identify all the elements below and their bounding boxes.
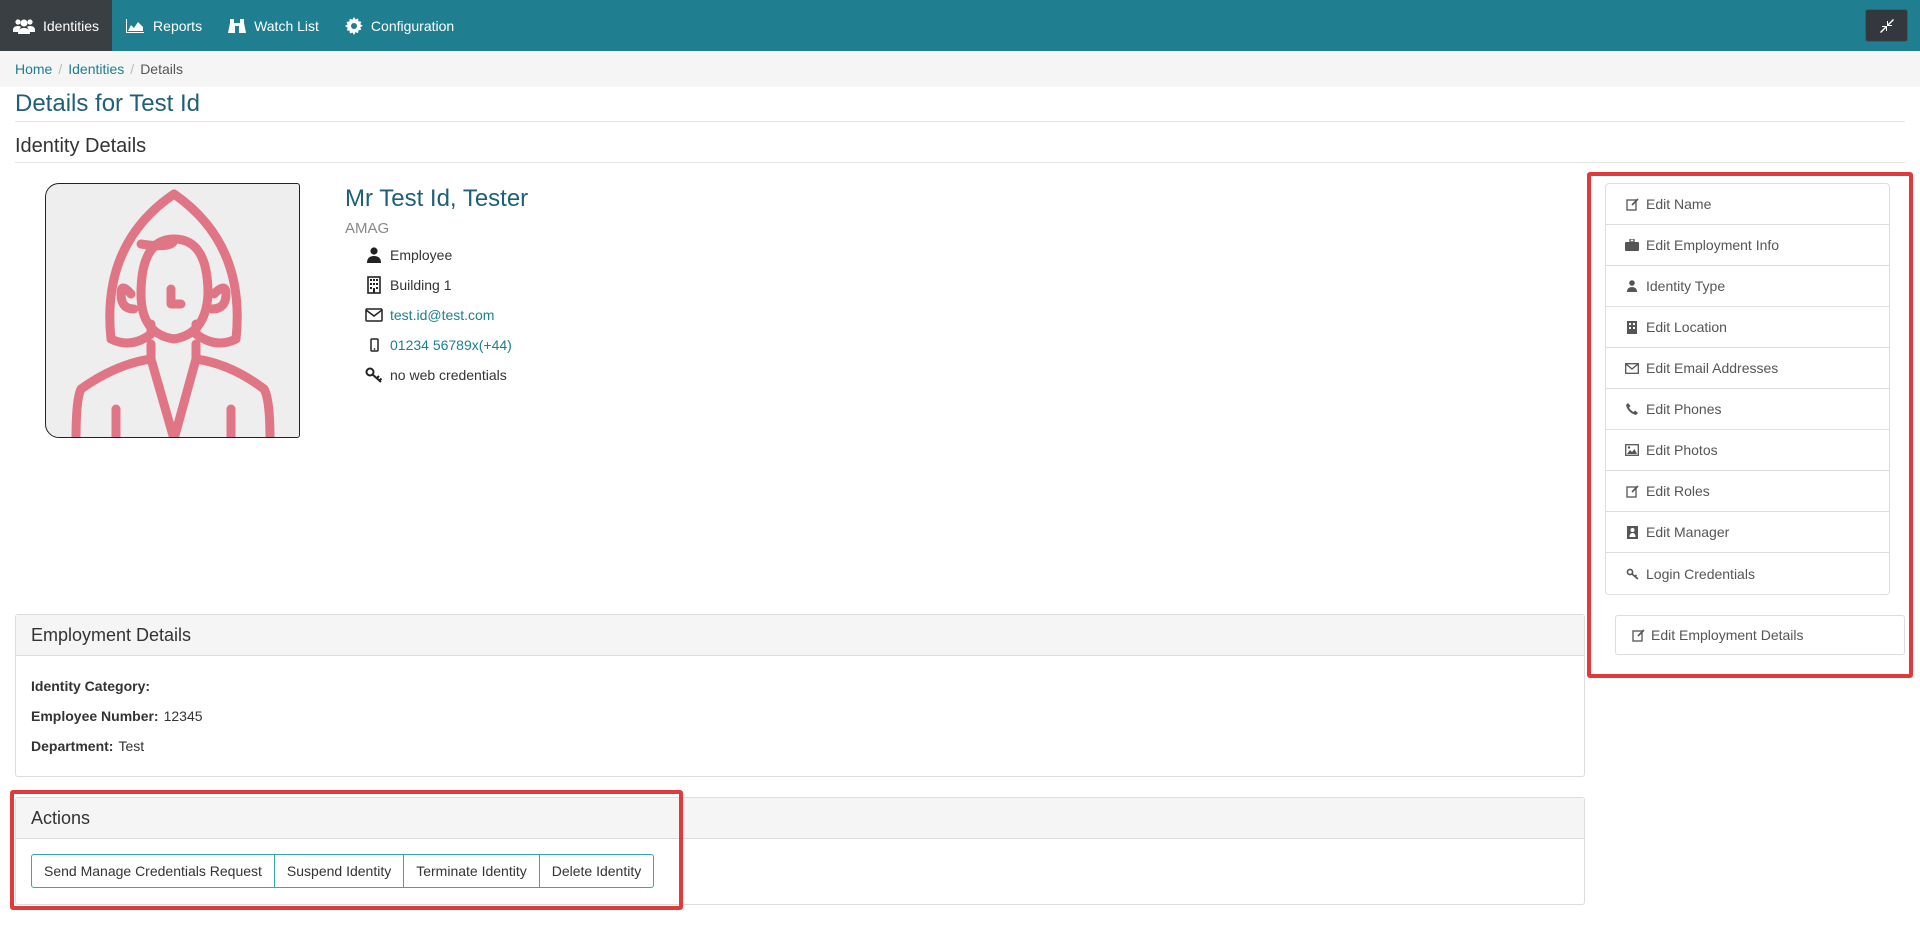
building-icon xyxy=(367,276,381,294)
manager-icon xyxy=(1626,525,1638,539)
nav-configuration[interactable]: Configuration xyxy=(332,0,467,51)
breadcrumb: Home / Identities / Details xyxy=(0,51,1920,87)
employment-details-title: Employment Details xyxy=(16,615,1584,656)
edit-name-item[interactable]: Edit Name xyxy=(1606,184,1889,225)
edit-manager-item[interactable]: Edit Manager xyxy=(1606,512,1889,553)
edit-phones-label: Edit Phones xyxy=(1646,401,1722,417)
collapse-button[interactable] xyxy=(1865,9,1908,42)
envelope-icon xyxy=(1625,362,1639,374)
divider xyxy=(15,121,1905,122)
identity-type-item[interactable]: Identity Type xyxy=(1606,266,1889,307)
info-credentials: no web credentials xyxy=(360,360,512,390)
edit-menu: Edit Name Edit Employment Info Identity … xyxy=(1605,183,1890,595)
info-type: Employee xyxy=(360,240,512,270)
employee-number-value: 12345 xyxy=(163,708,203,724)
edit-employment-details-button[interactable]: Edit Employment Details xyxy=(1615,615,1905,655)
compress-icon xyxy=(1879,18,1894,33)
nav-identities-label: Identities xyxy=(43,17,100,34)
key-icon xyxy=(1626,568,1639,580)
phone-icon xyxy=(1626,403,1638,415)
nav-watch-list-label: Watch List xyxy=(254,17,319,34)
edit-employment-details-label: Edit Employment Details xyxy=(1651,627,1804,643)
department-row: Department: Test xyxy=(31,731,1569,761)
edit-name-label: Edit Name xyxy=(1646,196,1712,212)
identity-name: Mr Test Id, Tester xyxy=(345,185,529,212)
identity-type-label: Identity Type xyxy=(1646,278,1726,294)
mobile-icon xyxy=(369,338,379,352)
edit-location-label: Edit Location xyxy=(1646,319,1727,335)
breadcrumb-home[interactable]: Home xyxy=(15,61,52,77)
identity-category-label: Identity Category: xyxy=(31,678,151,694)
area-chart-icon xyxy=(126,18,145,33)
edit-roles-item[interactable]: Edit Roles xyxy=(1606,471,1889,512)
nav-configuration-label: Configuration xyxy=(370,17,455,34)
edit-location-item[interactable]: Edit Location xyxy=(1606,307,1889,348)
user-icon xyxy=(1627,280,1637,292)
breadcrumb-current: Details xyxy=(140,61,183,77)
avatar-placeholder-icon xyxy=(71,189,275,437)
key-icon xyxy=(365,367,383,383)
info-location: Building 1 xyxy=(360,270,512,300)
breadcrumb-separator: / xyxy=(58,61,63,77)
identity-info-list: Employee Building 1 test.id@test.com 012… xyxy=(360,240,512,390)
building-icon xyxy=(1627,320,1637,334)
edit-icon xyxy=(1625,484,1639,498)
image-icon xyxy=(1625,444,1639,456)
nav-identities[interactable]: Identities xyxy=(0,0,113,51)
identity-location: Building 1 xyxy=(390,277,452,293)
identity-photo xyxy=(45,183,300,438)
edit-manager-label: Edit Manager xyxy=(1646,524,1730,540)
user-icon xyxy=(367,247,381,263)
users-icon xyxy=(13,18,35,34)
edit-icon xyxy=(1625,197,1639,211)
actions-highlight-box xyxy=(10,790,683,910)
briefcase-icon xyxy=(1625,239,1639,251)
nav-watch-list[interactable]: Watch List xyxy=(215,0,332,51)
edit-roles-label: Edit Roles xyxy=(1646,483,1710,499)
employment-details-panel: Employment Details Identity Category: Em… xyxy=(15,614,1585,777)
edit-email-addresses-item[interactable]: Edit Email Addresses xyxy=(1606,348,1889,389)
edit-icon xyxy=(1632,628,1645,642)
login-credentials-item[interactable]: Login Credentials xyxy=(1606,553,1889,594)
nav-reports[interactable]: Reports xyxy=(112,0,215,51)
divider xyxy=(15,162,1905,163)
identity-email-link[interactable]: test.id@test.com xyxy=(390,307,494,323)
breadcrumb-separator: / xyxy=(130,61,135,77)
nav-reports-label: Reports xyxy=(153,17,203,34)
edit-employment-info-item[interactable]: Edit Employment Info xyxy=(1606,225,1889,266)
edit-employment-info-label: Edit Employment Info xyxy=(1646,237,1780,253)
page-title: Details for Test Id xyxy=(15,90,200,117)
info-email: test.id@test.com xyxy=(360,300,512,330)
identity-org: AMAG xyxy=(345,220,390,237)
edit-phones-item[interactable]: Edit Phones xyxy=(1606,389,1889,430)
identity-category-row: Identity Category: xyxy=(31,671,1569,701)
employee-number-row: Employee Number: 12345 xyxy=(31,701,1569,731)
edit-email-addresses-label: Edit Email Addresses xyxy=(1646,360,1779,376)
department-label: Department: xyxy=(31,738,114,754)
identity-phone-link[interactable]: 01234 56789x(+44) xyxy=(390,337,512,353)
breadcrumb-identities[interactable]: Identities xyxy=(68,61,124,77)
envelope-icon xyxy=(365,308,383,322)
identity-type: Employee xyxy=(390,247,453,263)
edit-photos-item[interactable]: Edit Photos xyxy=(1606,430,1889,471)
employee-number-label: Employee Number: xyxy=(31,708,159,724)
department-value: Test xyxy=(118,738,145,754)
gear-icon xyxy=(344,16,363,35)
edit-photos-label: Edit Photos xyxy=(1646,442,1718,458)
login-credentials-label: Login Credentials xyxy=(1646,565,1755,582)
identity-credentials: no web credentials xyxy=(390,367,507,383)
info-phone: 01234 56789x(+44) xyxy=(360,330,512,360)
binoculars-icon xyxy=(228,18,247,33)
section-title: Identity Details xyxy=(15,135,147,157)
top-navbar: Identities Reports Watch List Configurat… xyxy=(0,0,1920,51)
